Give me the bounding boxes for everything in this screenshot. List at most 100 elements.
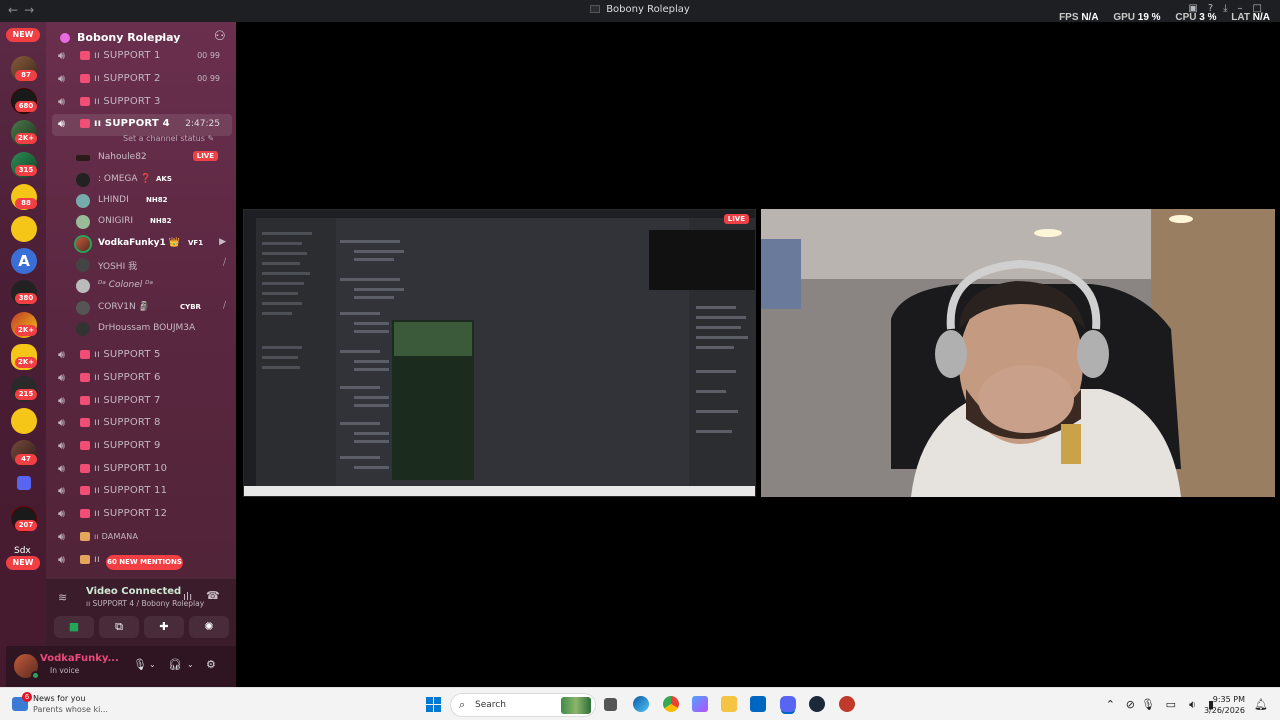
voice-user[interactable]: YOSHI 我 ⧸ bbox=[68, 255, 228, 275]
camera-button[interactable]: ■ bbox=[54, 616, 94, 638]
notification-bell-icon[interactable]: 🔔︎ bbox=[1254, 698, 1268, 711]
voice-channel-support-7[interactable]: 🔊︎ ıı SUPPORT 7 bbox=[52, 391, 232, 411]
voice-user[interactable]: CORV1N 🗿 CYBR ⧸ bbox=[68, 298, 228, 318]
microphone-icon[interactable]: 🎙︎ bbox=[133, 658, 147, 671]
server-icon-a[interactable]: A bbox=[11, 248, 37, 274]
server-rail: NEW 87 680 2K+ 315 88 A 380 2K+ 2K+ 215 … bbox=[0, 22, 46, 687]
channel-tag-icon bbox=[80, 532, 90, 541]
clock[interactable]: 9:35 PM 3/26/2026 bbox=[1204, 694, 1245, 716]
user-status: In voice bbox=[50, 666, 80, 675]
live-badge: LIVE bbox=[192, 151, 218, 161]
voice-channel-support-5[interactable]: 🔊︎ ıı SUPPORT 5 bbox=[52, 345, 232, 365]
discord-taskbar-icon[interactable] bbox=[780, 696, 796, 712]
chevron-down-icon[interactable]: ⌄ bbox=[149, 660, 156, 669]
soundboard-button[interactable]: ✺ bbox=[189, 616, 229, 638]
voice-user[interactable]: ꞉ OMEGA ❓ AKS bbox=[68, 170, 228, 190]
server-label-sdx[interactable]: Sdx bbox=[14, 546, 31, 556]
voice-channel-support-3[interactable]: 🔊︎ ıı SUPPORT 3 bbox=[52, 92, 232, 112]
voice-user-name: CORV1N 🗿 bbox=[98, 302, 150, 312]
volume-icon[interactable]: 🔉︎ bbox=[1189, 698, 1196, 712]
voice-user[interactable]: DrHoussam BOUJM3A bbox=[68, 319, 228, 339]
noise-suppression-icon[interactable]: ılı bbox=[183, 590, 192, 603]
task-view-icon[interactable] bbox=[604, 698, 617, 711]
share-screen-button[interactable]: ⧉ bbox=[99, 616, 139, 638]
folder-icon[interactable] bbox=[17, 476, 31, 490]
new-mentions-pill[interactable]: 60 NEW MENTIONS bbox=[106, 555, 183, 570]
chevron-down-icon[interactable]: ⌄ bbox=[187, 660, 194, 669]
voice-user[interactable]: ONIGIRI NH82 bbox=[68, 212, 228, 232]
voice-user-name: VodkaFunky1 👑 bbox=[98, 238, 181, 248]
disconnect-icon[interactable]: ☎ bbox=[206, 589, 220, 602]
avatar bbox=[76, 301, 90, 315]
voice-user[interactable]: LHINDI NH82 bbox=[68, 191, 228, 211]
voice-channel-support-6[interactable]: 🔊︎ ıı SUPPORT 6 bbox=[52, 368, 232, 388]
online-status-icon bbox=[31, 671, 40, 680]
new-unreads-pill-bottom[interactable]: NEW bbox=[6, 556, 40, 570]
channel-label: ıı SUPPORT 10 bbox=[94, 463, 168, 474]
news-widget[interactable]: 6 News for you Parents whose ki... bbox=[10, 692, 150, 718]
voice-channel-support-10[interactable]: 🔊︎ ıı SUPPORT 10 bbox=[52, 459, 232, 479]
chevron-down-icon[interactable]: ⌄ bbox=[159, 30, 167, 41]
speaker-icon: 🔊︎ bbox=[58, 507, 65, 520]
channel-label: ıı SUPPORT 5 bbox=[94, 349, 161, 360]
taskbar-search[interactable]: ⌕ Search bbox=[450, 693, 596, 717]
screen-share-preview bbox=[244, 210, 755, 496]
network-icon[interactable]: ▭ bbox=[1166, 698, 1176, 711]
voice-user-name: ONIGIRI bbox=[98, 216, 134, 226]
soundboard-icon: ✺ bbox=[204, 620, 214, 633]
voice-channel-support-1[interactable]: 🔊︎ ıı SUPPORT 1 00 99 bbox=[52, 46, 232, 66]
avatar bbox=[76, 279, 90, 293]
screen-share-tile[interactable]: LIVE bbox=[243, 209, 756, 497]
new-unreads-pill-top[interactable]: NEW bbox=[6, 28, 40, 42]
server-icon[interactable] bbox=[11, 408, 37, 434]
channel-label: ıı SUPPORT 12 bbox=[94, 508, 168, 519]
activities-button[interactable]: ✚ bbox=[144, 616, 184, 638]
live-badge: LIVE bbox=[723, 214, 749, 224]
invite-people-icon[interactable]: ⚇ bbox=[214, 29, 226, 44]
deafened-icon: ⧸ bbox=[222, 301, 226, 311]
voice-channel-support-4[interactable]: 🔊︎ ıı SUPPORT 4 2:47:25 bbox=[52, 114, 232, 136]
user-panel: VodkaFunky... In voice 🎙︎ ⌄ 🎧︎ ⌄ ⚙ bbox=[6, 646, 236, 687]
server-badge: 380 bbox=[15, 293, 37, 304]
server-icon[interactable] bbox=[11, 216, 37, 242]
voice-channel-support-11[interactable]: 🔊︎ ıı SUPPORT 11 bbox=[52, 481, 232, 501]
speaker-icon: 🔊︎ bbox=[58, 371, 65, 384]
voice-user-name: ᴰᵃ Colonel ᴰᵃ bbox=[98, 280, 154, 290]
store-icon[interactable] bbox=[750, 696, 766, 712]
news-subtitle: Parents whose ki... bbox=[33, 705, 108, 714]
chrome-icon[interactable] bbox=[663, 696, 679, 712]
steam-icon[interactable] bbox=[809, 696, 825, 712]
voice-status: Video Connected bbox=[86, 586, 182, 597]
voice-user[interactable]: VodkaFunky1 👑 VF1 ▶ bbox=[68, 234, 228, 254]
app-icon[interactable] bbox=[839, 696, 855, 712]
tray-overflow-icon[interactable]: ⌃ bbox=[1106, 698, 1115, 711]
edge-browser-icon[interactable] bbox=[633, 696, 649, 712]
channel-tag-icon bbox=[80, 74, 90, 83]
channel-status-prompt[interactable]: Set a channel status ✎ bbox=[123, 134, 214, 143]
channel-label: ıı SUPPORT 7 bbox=[94, 395, 161, 406]
voice-user[interactable]: ᴰᵃ Colonel ᴰᵃ bbox=[68, 276, 228, 296]
voice-channel-support-8[interactable]: 🔊︎ ıı SUPPORT 8 bbox=[52, 413, 232, 433]
voice-channel-support-12[interactable]: 🔊︎ ıı SUPPORT 12 bbox=[52, 504, 232, 524]
server-badge: 2K+ bbox=[15, 357, 38, 368]
channel-tag-icon bbox=[80, 51, 90, 60]
voice-channel-support-9[interactable]: 🔊︎ ıı SUPPORT 9 bbox=[52, 436, 232, 456]
tray-app-icon[interactable]: ⊘ bbox=[1126, 698, 1135, 711]
signal-icon[interactable]: ≋ bbox=[58, 591, 67, 604]
settings-gear-icon[interactable]: ⚙ bbox=[206, 658, 216, 671]
start-button[interactable] bbox=[426, 697, 441, 712]
user-display-name[interactable]: VodkaFunky... bbox=[40, 653, 119, 664]
clock-time: 9:35 PM bbox=[1212, 695, 1245, 704]
user-tag: CYBR bbox=[180, 303, 201, 311]
copilot-icon[interactable] bbox=[692, 696, 708, 712]
clock-date: 3/26/2026 bbox=[1203, 706, 1245, 715]
file-explorer-icon[interactable] bbox=[721, 696, 737, 712]
voice-channel-damana[interactable]: 🔊︎ ıı DAMANA bbox=[52, 527, 232, 547]
headphones-icon[interactable]: 🎧︎ bbox=[168, 658, 182, 671]
camera-tile[interactable] bbox=[761, 209, 1275, 497]
voice-channel-support-2[interactable]: 🔊︎ ıı SUPPORT 2 00 99 bbox=[52, 69, 232, 89]
microphone-icon[interactable]: 🎙︎ bbox=[1141, 698, 1155, 711]
channel-tag-icon bbox=[80, 418, 90, 427]
video-camera-icon: ■ bbox=[68, 620, 80, 633]
voice-user[interactable]: Nahoule82 LIVE bbox=[68, 148, 228, 168]
